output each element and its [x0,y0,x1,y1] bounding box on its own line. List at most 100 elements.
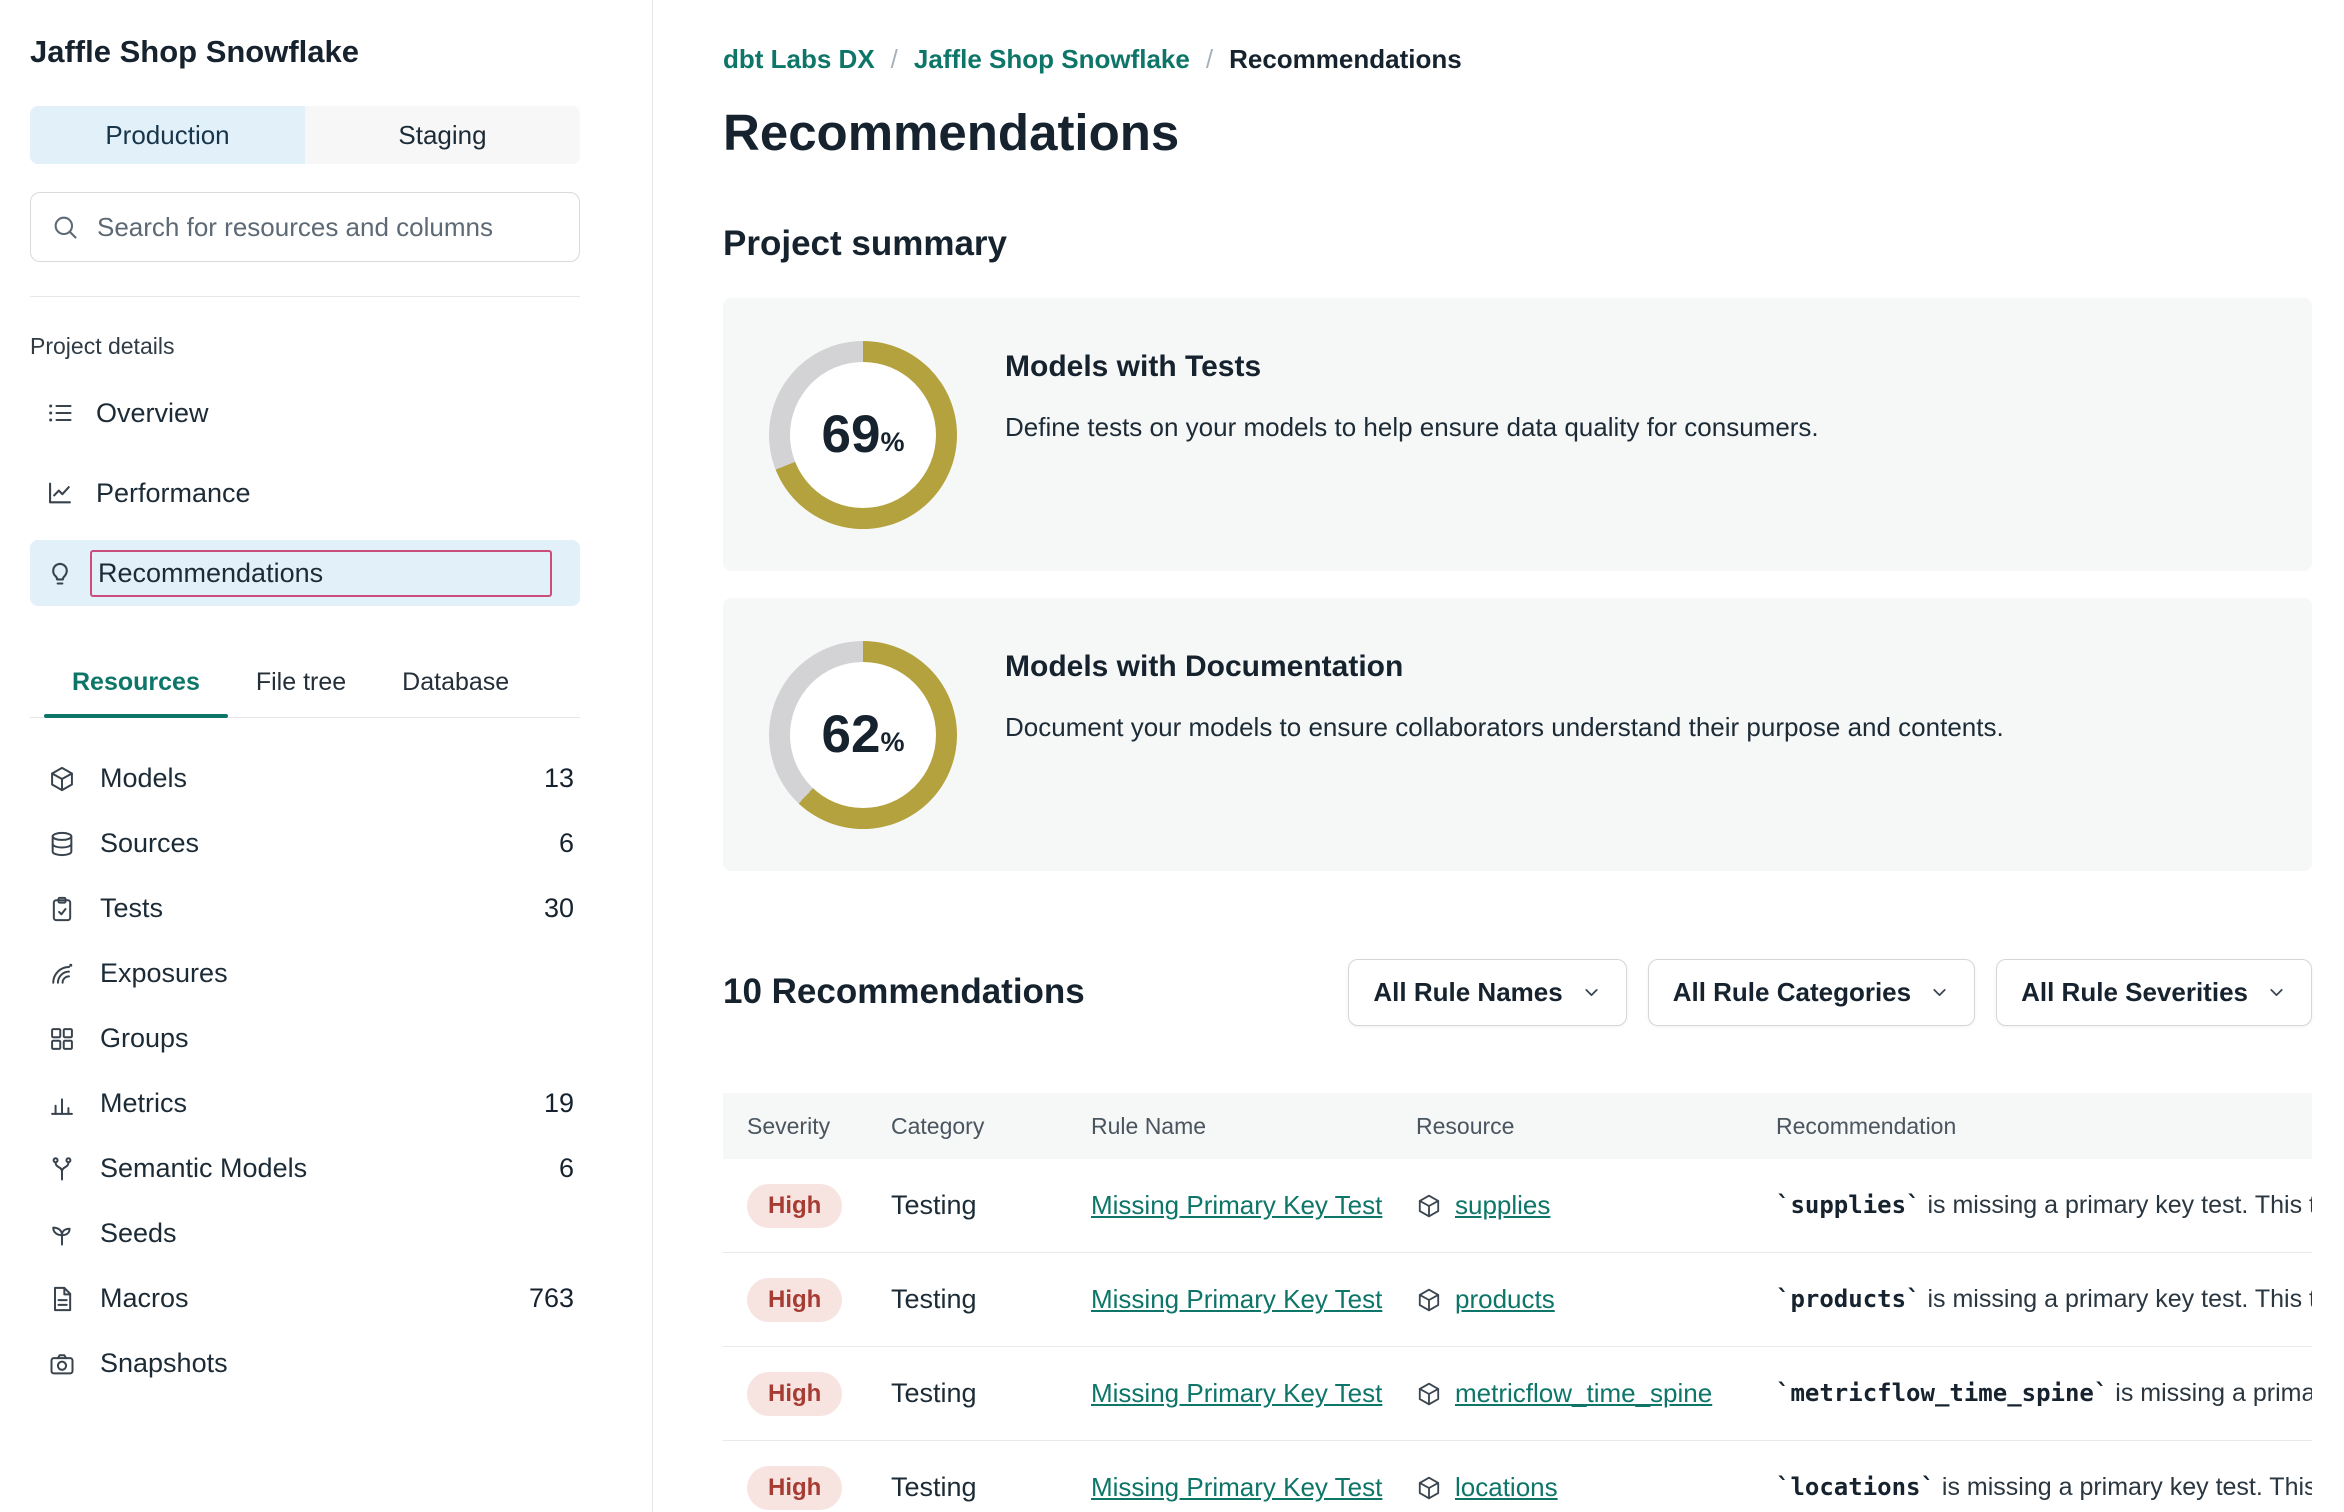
header-rule-name: Rule Name [1067,1113,1392,1140]
percent-sign: % [880,427,904,458]
card-text: Models with Documentation Document your … [1005,598,2004,743]
tab-database[interactable]: Database [374,652,537,717]
staging-tab[interactable]: Staging [305,106,580,164]
recommendation-cell: `supplies` is missing a primary key test… [1752,1191,2312,1220]
breadcrumb-account-link[interactable]: dbt Labs DX [723,44,875,75]
header-resource: Resource [1392,1113,1752,1140]
cube-icon [1416,1475,1442,1501]
sidebar-item-overview[interactable]: Overview [30,380,580,446]
recommendations-edit-box[interactable]: Recommendations [90,550,552,597]
search-box[interactable] [30,192,580,262]
project-details-label: Project details [30,333,580,360]
project-nav: Overview Performance Recommendations [30,380,580,606]
resource-cell: metricflow_time_spine [1392,1378,1752,1409]
search-input[interactable] [95,211,559,244]
filter-label: All Rule Severities [2021,977,2248,1008]
resource-view-tabs: Resources File tree Database [30,652,580,718]
resource-count: 30 [544,893,574,924]
camera-icon [48,1350,76,1378]
resource-item-sources[interactable]: Sources 6 [30,811,580,876]
resource-count: 19 [544,1088,574,1119]
recommendation-text: is missing a primary key test. This tes [1942,1473,2312,1501]
resource-label: Exposures [100,958,228,989]
tab-file-tree[interactable]: File tree [228,652,374,717]
rule-categories-filter[interactable]: All Rule Categories [1648,959,1975,1026]
recommendation-code: `products` [1776,1285,1921,1313]
rule-name-link[interactable]: Missing Primary Key Test [1091,1190,1382,1220]
resource-count: 763 [529,1283,574,1314]
search-icon [51,213,79,241]
resource-link[interactable]: products [1455,1284,1555,1315]
resource-item-tests[interactable]: Tests 30 [30,876,580,941]
breadcrumb-project-link[interactable]: Jaffle Shop Snowflake [914,44,1190,75]
cube-icon [1416,1287,1442,1313]
project-summary-heading: Project summary [723,224,2344,264]
resource-link[interactable]: metricflow_time_spine [1455,1378,1712,1409]
resource-item-macros[interactable]: Macros 763 [30,1266,580,1331]
branch-icon [48,1155,76,1183]
file-text-icon [48,1285,76,1313]
table-row: High Testing Missing Primary Key Test su… [723,1159,2312,1253]
percent-sign: % [880,727,904,758]
clipboard-check-icon [48,895,76,923]
breadcrumb-current: Recommendations [1229,44,1462,75]
trend-chart-icon [46,479,74,507]
lightbulb-icon [46,559,74,587]
resource-item-snapshots[interactable]: Snapshots [30,1331,580,1396]
resource-item-semantic-models[interactable]: Semantic Models 6 [30,1136,580,1201]
cube-icon [1416,1193,1442,1219]
resource-link[interactable]: supplies [1455,1190,1550,1221]
summary-card-documentation: 62 % Models with Documentation Document … [723,598,2312,871]
recommendations-count-heading: 10 Recommendations [723,972,1085,1012]
resource-item-seeds[interactable]: Seeds [30,1201,580,1266]
sidebar-item-performance[interactable]: Performance [30,460,580,526]
resource-label: Metrics [100,1088,187,1119]
recommendation-code: `locations` [1776,1473,1935,1501]
seedling-icon [48,1220,76,1248]
tab-resources[interactable]: Resources [44,652,228,717]
rule-names-filter[interactable]: All Rule Names [1348,959,1626,1026]
sidebar: Jaffle Shop Snowflake Production Staging… [0,0,653,1512]
resource-item-models[interactable]: Models 13 [30,746,580,811]
recommendation-text: is missing a primary key test. This test [1927,1285,2312,1313]
resource-link[interactable]: locations [1455,1472,1558,1503]
summary-card-tests: 69 % Models with Tests Define tests on y… [723,298,2312,571]
recommendation-text: is missing a primary ke [2115,1379,2312,1407]
recommendations-table: Severity Category Rule Name Resource Rec… [723,1093,2312,1512]
resource-count: 6 [559,1153,574,1184]
resource-label: Snapshots [100,1348,228,1379]
documentation-donut-chart: 62 % [769,641,957,829]
severity-badge: High [747,1278,842,1322]
list-icon [46,399,74,427]
breadcrumb-separator: / [1206,44,1213,75]
resource-label: Groups [100,1023,189,1054]
resource-item-exposures[interactable]: Exposures [30,941,580,1006]
production-tab[interactable]: Production [30,106,305,164]
resource-cell: supplies [1392,1190,1752,1221]
resource-label: Seeds [100,1218,177,1249]
sidebar-item-recommendations[interactable]: Recommendations [30,540,580,606]
category-cell: Testing [867,1284,1067,1315]
header-recommendation: Recommendation [1752,1113,2312,1140]
resource-list: Models 13 Sources 6 Tests 30 Exposures G… [30,746,580,1396]
card-title: Models with Tests [1005,350,1819,384]
table-row: High Testing Missing Primary Key Test pr… [723,1253,2312,1347]
rule-severities-filter[interactable]: All Rule Severities [1996,959,2312,1026]
resource-item-metrics[interactable]: Metrics 19 [30,1071,580,1136]
rule-name-link[interactable]: Missing Primary Key Test [1091,1472,1382,1502]
resource-item-groups[interactable]: Groups [30,1006,580,1071]
rule-name-link[interactable]: Missing Primary Key Test [1091,1378,1382,1408]
recommendations-header: 10 Recommendations All Rule Names All Ru… [723,943,2312,1041]
sidebar-item-label: Recommendations [98,558,323,589]
breadcrumb: dbt Labs DX / Jaffle Shop Snowflake / Re… [723,44,2344,75]
category-cell: Testing [867,1378,1067,1409]
resource-count: 6 [559,828,574,859]
recommendation-filters: All Rule Names All Rule Categories All R… [1348,959,2312,1026]
rule-name-link[interactable]: Missing Primary Key Test [1091,1284,1382,1314]
category-cell: Testing [867,1472,1067,1503]
recommendation-code: `metricflow_time_spine` [1776,1379,2108,1407]
project-title: Jaffle Shop Snowflake [30,34,580,70]
severity-badge: High [747,1466,842,1510]
recommendation-cell: `products` is missing a primary key test… [1752,1285,2312,1314]
table-header-row: Severity Category Rule Name Resource Rec… [723,1093,2312,1159]
